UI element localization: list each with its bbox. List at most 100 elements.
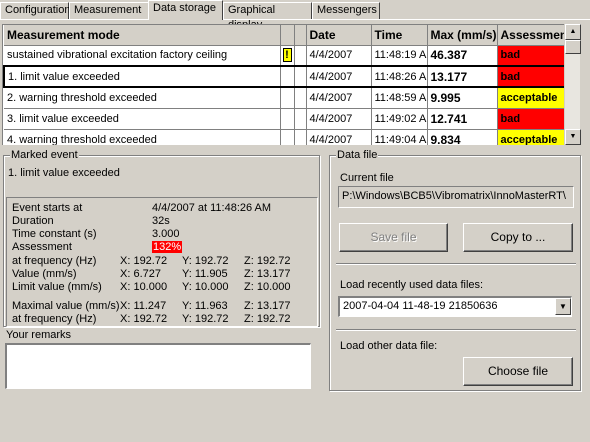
cell-extra <box>294 65 307 88</box>
tab-bar: Configuration Measurement Data storage G… <box>0 0 590 31</box>
cell-max: 9.834 <box>427 129 498 145</box>
cell-extra <box>294 45 307 67</box>
event-starts-label: Event starts at <box>12 202 83 214</box>
other-file-label: Load other data file: <box>340 340 438 352</box>
cell-date: 4/4/2007 <box>306 87 372 109</box>
value-y: Y: 11.905 <box>182 268 228 280</box>
table-scrollbar[interactable]: ▲ ▼ <box>564 24 581 145</box>
cell-time: 11:49:04 A <box>371 129 428 145</box>
cell-flag <box>280 129 295 145</box>
assessment-value: 132% <box>152 241 183 253</box>
cell-extra <box>294 129 307 145</box>
frequency2-y: Y: 192.72 <box>182 313 229 325</box>
cell-time: 11:48:26 A <box>371 65 428 88</box>
chevron-down-icon[interactable]: ▼ <box>555 298 571 315</box>
cell-mode: 4. warning threshold exceeded <box>4 129 281 145</box>
event-starts-value: 4/4/2007 at 11:48:26 AM <box>152 202 272 214</box>
table-header: Measurement mode Date Time Max (mm/s) As… <box>4 25 567 46</box>
cell-date: 4/4/2007 <box>306 129 372 145</box>
choose-file-button[interactable]: Choose file <box>463 357 573 386</box>
col-flag[interactable] <box>280 25 295 46</box>
col-assessment[interactable]: Assessment <box>497 25 567 46</box>
current-file-path: P:\Windows\BCB5\Vibromatrix\InnoMasterRT… <box>338 186 574 208</box>
limit-x: X: 10.000 <box>120 281 168 293</box>
current-file-label: Current file <box>340 172 394 184</box>
col-date[interactable]: Date <box>306 25 372 46</box>
warning-flag-icon: ! <box>282 48 292 63</box>
recent-files-select[interactable]: 2007-04-04 11-48-19 21850636 ▼ <box>338 296 572 317</box>
cell-mode: sustained vibrational excitation factory… <box>4 45 281 67</box>
col-measurement-mode[interactable]: Measurement mode <box>4 25 281 46</box>
copy-to-button[interactable]: Copy to ... <box>463 223 573 252</box>
limit-y: Y: 10.000 <box>182 281 229 293</box>
col-extra[interactable] <box>294 25 307 46</box>
cell-max: 46.387 <box>427 45 498 67</box>
remarks-label: Your remarks <box>6 329 72 341</box>
cell-flag <box>280 87 295 109</box>
maximal-z: Z: 13.177 <box>244 300 291 312</box>
table-row[interactable]: 2. warning threshold exceeded 4/4/2007 1… <box>4 87 567 109</box>
maximal-y: Y: 11.963 <box>182 300 228 312</box>
save-file-button[interactable]: Save file <box>339 223 448 252</box>
cell-assessment: acceptable <box>497 87 567 109</box>
value-label: Value (mm/s) <box>12 268 77 280</box>
frequency2-label: at frequency (Hz) <box>12 313 97 325</box>
cell-assessment: bad <box>497 65 567 88</box>
marked-event-legend: Marked event <box>10 149 79 161</box>
cell-mode: 1. limit value exceeded <box>3 65 281 88</box>
remarks-textarea[interactable] <box>5 343 311 389</box>
cell-time: 11:48:59 A <box>371 87 428 109</box>
data-file-legend: Data file <box>336 149 379 161</box>
limit-label: Limit value (mm/s) <box>12 281 102 293</box>
cell-time: 11:48:19 A <box>371 45 428 67</box>
divider <box>336 329 576 331</box>
cell-assessment: acceptable <box>497 129 567 145</box>
cell-assessment: bad <box>497 108 567 130</box>
tab-configuration[interactable]: Configuration <box>0 2 70 19</box>
table-row-selected[interactable]: 1. limit value exceeded 4/4/2007 11:48:2… <box>3 65 567 88</box>
cell-date: 4/4/2007 <box>306 65 372 88</box>
maximal-x: X: 11.247 <box>120 300 167 312</box>
duration-value: 32s <box>152 215 170 227</box>
cell-max: 13.177 <box>427 65 498 88</box>
divider <box>336 263 576 265</box>
cell-date: 4/4/2007 <box>306 108 372 130</box>
table-row[interactable]: sustained vibrational excitation factory… <box>4 45 567 67</box>
col-max[interactable]: Max (mm/s) <box>427 25 498 46</box>
cell-max: 9.995 <box>427 87 498 109</box>
events-table[interactable]: Measurement mode Date Time Max (mm/s) As… <box>2 24 580 145</box>
recent-files-value: 2007-04-04 11-48-19 21850636 <box>343 300 498 312</box>
scroll-up-icon[interactable]: ▲ <box>565 24 581 40</box>
cell-mode: 3. limit value exceeded <box>4 108 281 130</box>
frequency-x: X: 192.72 <box>120 255 168 267</box>
cell-flag <box>280 65 295 88</box>
assessment-percent-badge: 132% <box>152 241 183 253</box>
time-constant-label: Time constant (s) <box>12 228 97 240</box>
cell-flag: ! <box>280 45 295 67</box>
scroll-down-icon[interactable]: ▼ <box>565 129 581 145</box>
recent-files-label: Load recently used data files: <box>340 279 484 291</box>
cell-assessment: bad <box>497 45 567 67</box>
tab-divider <box>0 19 590 20</box>
table-row[interactable]: 4. warning threshold exceeded 4/4/2007 1… <box>4 129 567 145</box>
time-constant-value: 3.000 <box>152 228 180 240</box>
table-row[interactable]: 3. limit value exceeded 4/4/2007 11:49:0… <box>4 108 567 130</box>
tab-graphical-display[interactable]: Graphical display <box>223 2 312 31</box>
cell-extra <box>294 108 307 130</box>
cell-flag <box>280 108 295 130</box>
cell-max: 12.741 <box>427 108 498 130</box>
cell-date: 4/4/2007 <box>306 45 372 67</box>
col-time[interactable]: Time <box>371 25 428 46</box>
maximal-value-label: Maximal value (mm/s) <box>12 300 120 312</box>
frequency2-z: Z: 192.72 <box>244 313 291 325</box>
tab-measurement[interactable]: Measurement <box>69 2 149 19</box>
value-x: X: 6.727 <box>120 268 161 280</box>
value-z: Z: 13.177 <box>244 268 291 280</box>
tab-data-storage[interactable]: Data storage <box>148 0 223 20</box>
frequency-label: at frequency (Hz) <box>12 255 97 267</box>
tab-messengers[interactable]: Messengers <box>312 2 380 19</box>
scroll-thumb[interactable] <box>565 40 581 54</box>
frequency2-x: X: 192.72 <box>120 313 168 325</box>
assessment-label: Assessment <box>12 241 72 253</box>
cell-time: 11:49:02 A <box>371 108 428 130</box>
